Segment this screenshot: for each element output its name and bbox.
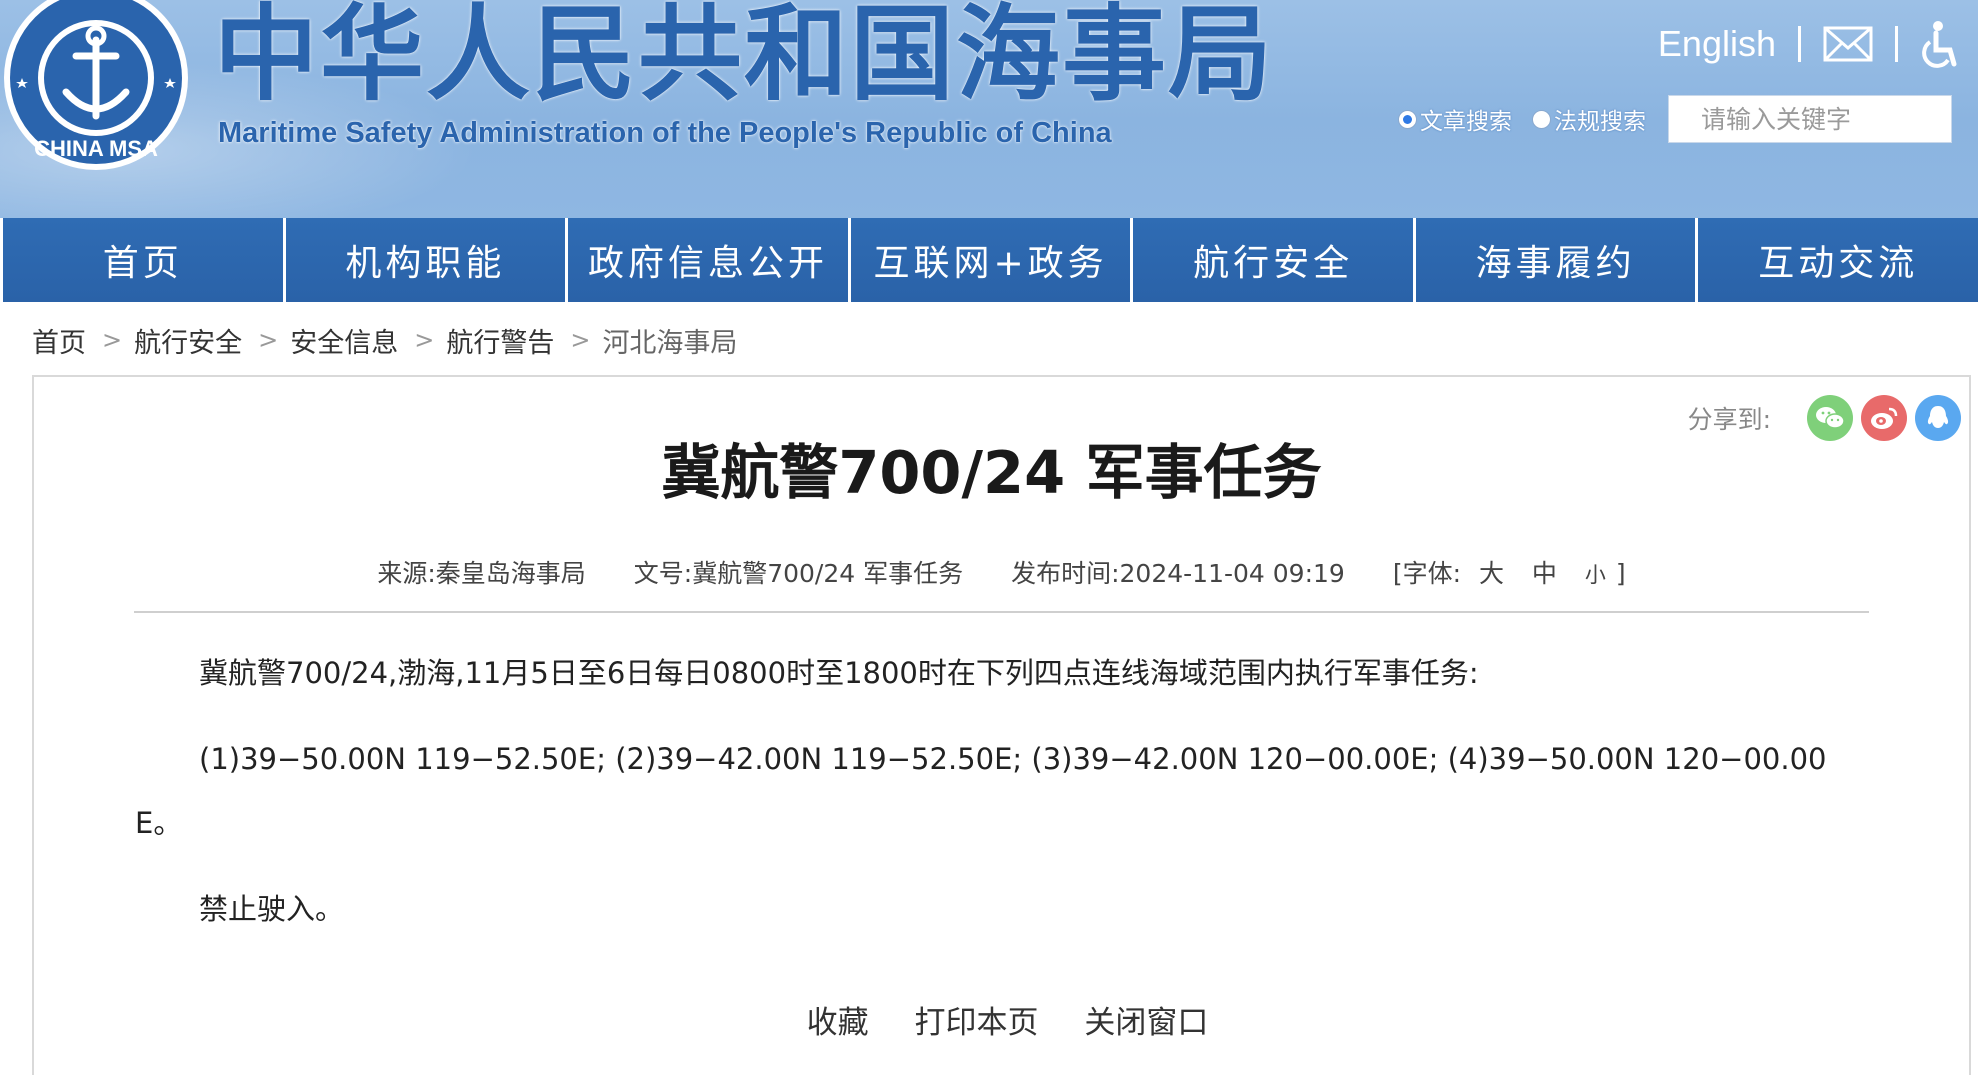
site-header: CHINA MSA 中华人民共和国海事局 Maritime Safety Adm… [0, 0, 1978, 218]
breadcrumb-separator: > [570, 326, 591, 354]
divider [1798, 26, 1801, 62]
svg-text:CHINA MSA: CHINA MSA [34, 136, 158, 161]
breadcrumb-home[interactable]: 首页 [32, 321, 86, 360]
breadcrumb-separator: > [414, 326, 435, 354]
search-option-articles[interactable]: 文章搜索 [1398, 102, 1512, 136]
nav-item-internet-gov[interactable]: 互联网+政务 [847, 218, 1131, 302]
accessibility-icon[interactable] [1920, 20, 1960, 68]
nav-item-navigation-safety[interactable]: 航行安全 [1130, 218, 1413, 302]
breadcrumb-current: 河北海事局 [602, 327, 738, 359]
font-size-large[interactable]: 大 [1479, 559, 1504, 588]
breadcrumb-safety-info[interactable]: 安全信息 [290, 321, 398, 360]
meta-source: 来源:秦皇岛海事局 [377, 559, 586, 588]
site-title: 中华人民共和国海事局 [214, 0, 1275, 115]
search-option-label: 法规搜索 [1554, 109, 1646, 135]
radio-unselected-icon[interactable] [1532, 109, 1551, 129]
nav-item-interaction[interactable]: 互动交流 [1695, 218, 1978, 302]
article-actions: 收藏 打印本页 关闭窗口 [40, 997, 1975, 1042]
breadcrumb-separator: > [258, 326, 279, 354]
font-size-label: [字体: [1392, 559, 1461, 588]
meta-publish-time: 发布时间:2024-11-04 09:19 [1011, 559, 1345, 588]
nav-item-home[interactable]: 首页 [0, 218, 283, 302]
meta-doc-number: 文号:冀航警700/24 军事任务 [633, 559, 964, 588]
favorite-link[interactable]: 收藏 [807, 1005, 869, 1041]
print-link[interactable]: 打印本页 [915, 1005, 1039, 1041]
main-nav: 首页 机构职能 政府信息公开 互联网+政务 航行安全 海事履约 互动交流 [0, 218, 1978, 302]
radio-selected-icon[interactable] [1398, 109, 1417, 129]
mail-icon[interactable] [1823, 26, 1873, 62]
paragraph-coordinates: (1)39−50.00N 119−52.50E; (2)39−42.00N 11… [135, 742, 1827, 840]
article-meta: 来源:秦皇岛海事局 文号:冀航警700/24 军事任务 发布时间:2024-11… [134, 547, 1869, 613]
breadcrumb: 首页 > 航行安全 > 安全信息 > 航行警告 > 河北海事局 [32, 318, 737, 362]
font-size-controls: [字体: 大 中 小] [1393, 554, 1626, 590]
nav-item-compliance[interactable]: 海事履约 [1412, 218, 1696, 302]
paragraph: 冀航警700/24,渤海,11月5日至6日每日0800时至1800时在下列四点连… [199, 656, 1479, 690]
article-panel: 分享到: 冀航警700/24 军事任务 来源:秦皇岛海事局 文号:冀航警700/… [32, 375, 1971, 1075]
close-window-link[interactable]: 关闭窗口 [1084, 1005, 1208, 1041]
top-links: English [1658, 18, 1960, 70]
breadcrumb-navigation-safety[interactable]: 航行安全 [134, 321, 242, 360]
paragraph: 禁止驶入。 [199, 892, 345, 926]
search-bar: 文章搜索 法规搜索 [1398, 94, 1952, 144]
breadcrumb-nav-warnings[interactable]: 航行警告 [446, 321, 554, 360]
search-option-regulations[interactable]: 法规搜索 [1532, 102, 1646, 136]
breadcrumb-separator: > [102, 326, 123, 354]
divider [1895, 26, 1898, 62]
article-title: 冀航警700/24 军事任务 [661, 438, 1322, 507]
font-size-close: ] [1615, 559, 1626, 588]
msa-emblem-logo[interactable]: CHINA MSA [2, 0, 190, 172]
article-body: 冀航警700/24,渤海,11月5日至6日每日0800时至1800时在下列四点连… [135, 641, 1872, 963]
font-size-medium[interactable]: 中 [1532, 559, 1557, 588]
search-option-label: 文章搜索 [1420, 109, 1512, 135]
site-subtitle: Maritime Safety Administration of the Pe… [218, 117, 1112, 149]
nav-item-functions[interactable]: 机构职能 [282, 218, 566, 302]
nav-item-gov-info[interactable]: 政府信息公开 [565, 218, 848, 302]
english-link[interactable]: English [1658, 23, 1776, 65]
search-input[interactable] [1668, 95, 1952, 143]
font-size-small[interactable]: 小 [1585, 563, 1606, 587]
